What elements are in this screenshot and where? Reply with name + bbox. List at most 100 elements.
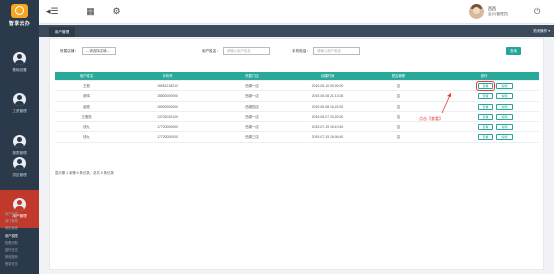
table-cell: 西湖一店 bbox=[245, 114, 259, 119]
submenu-item[interactable]: 用户权限 bbox=[0, 233, 39, 240]
click-view-annotation: 点击【查看】 bbox=[419, 116, 443, 121]
table-cell: 西湖一店 bbox=[245, 125, 259, 130]
close-ops-label: 关闭操作 bbox=[532, 29, 548, 33]
user-icon bbox=[13, 135, 26, 148]
submenu-item[interactable]: 用户列表 bbox=[0, 211, 39, 218]
table-cell: 2019-05-08 21:13:26 bbox=[311, 94, 344, 99]
submenu-item[interactable]: 角色管理 bbox=[0, 225, 39, 232]
view-button[interactable]: 查看 bbox=[478, 113, 493, 120]
view-button[interactable]: 查看 bbox=[478, 134, 493, 141]
top-bar: ◂☰ ▦ ⚙ 西西 会计(管理员) ⏻ bbox=[39, 0, 554, 24]
user-table: 用户姓名 手机号 所属门店 创建时间 是否离职 操作 王毅 15951218212… bbox=[55, 72, 539, 143]
row-actions: 查看 编辑 bbox=[429, 112, 539, 121]
power-icon[interactable]: ⏻ bbox=[534, 6, 540, 17]
submenu-item[interactable]: 部门管理 bbox=[0, 218, 39, 225]
table-cell: 西湖四店 bbox=[245, 104, 259, 109]
sidebar: 智享云办 基础设置 工资管理 报表管理 供应管理 用户管理 用户列表 部门管理 … bbox=[0, 0, 39, 274]
submenu-item[interactable]: 修改密码 bbox=[0, 254, 39, 261]
main-card: 所属店铺： ---请选择店铺--- 用户姓名： 请输入用户姓名 手机电话： 请输… bbox=[49, 38, 544, 270]
name-filter-label: 用户姓名： bbox=[202, 49, 220, 53]
table-cell: 否 bbox=[396, 135, 401, 140]
table-cell: 15951218212 bbox=[157, 84, 178, 88]
table-cell: 王毅 bbox=[83, 84, 90, 88]
table-cell: 西湖一店 bbox=[245, 94, 259, 99]
edit-button[interactable]: 编辑 bbox=[496, 103, 513, 110]
submenu: 用户列表 部门管理 角色管理 用户权限 权限分配 操作日志 修改密码 登录日志 bbox=[0, 211, 39, 269]
row-actions: 查看 编辑 bbox=[429, 91, 539, 100]
table-cell: 2019-05-07 20:20:00 bbox=[311, 114, 344, 119]
view-button[interactable]: 查看 bbox=[478, 93, 493, 100]
edit-button[interactable]: 编辑 bbox=[496, 113, 513, 120]
column-header: 操作 bbox=[480, 74, 488, 78]
logo-mark bbox=[11, 4, 28, 18]
close-ops-dropdown[interactable]: 关闭操作 ▾ bbox=[533, 25, 550, 37]
collapse-menu-icon[interactable]: ◂☰ bbox=[46, 6, 59, 17]
sidebar-item-salary[interactable]: 工资管理 bbox=[0, 85, 39, 123]
row-actions: 查看 编辑 bbox=[429, 81, 539, 91]
table-row: 张鸣 15800000000 西湖一店 2019-05-08 21:13:26 否 查看编… bbox=[55, 91, 539, 102]
table-cell: 否 bbox=[396, 84, 401, 88]
edit-button[interactable]: 编辑 bbox=[496, 134, 513, 141]
table-header-row: 用户姓名 手机号 所属门店 创建时间 是否离职 操作 bbox=[55, 72, 539, 81]
table-cell: 2019-07-19 16:06:40 bbox=[311, 135, 344, 140]
row-actions: 查看 编辑 bbox=[429, 102, 539, 111]
phone-input[interactable]: 请输入用户电话 bbox=[313, 47, 360, 55]
table-cell: 2019-05-10 00:00:00 bbox=[311, 84, 344, 88]
tab-user-management[interactable]: 用户管理 bbox=[49, 27, 75, 37]
submenu-item[interactable]: 权限分配 bbox=[0, 240, 39, 247]
view-button[interactable]: 查看 bbox=[476, 81, 495, 91]
view-button[interactable]: 查看 bbox=[478, 103, 493, 110]
gear-icon[interactable]: ⚙ bbox=[111, 6, 122, 17]
store-select[interactable]: ---请选择店铺--- bbox=[82, 47, 116, 55]
table-cell: 王德勤 bbox=[81, 114, 92, 119]
view-button[interactable]: 查看 bbox=[478, 124, 493, 131]
submenu-item[interactable]: 操作日志 bbox=[0, 247, 39, 254]
table-cell: 张鸣 bbox=[83, 94, 90, 99]
pagination-info: 显示第 1 到第 6 条记录，总共 6 条记录 bbox=[55, 171, 114, 175]
column-header: 是否离职 bbox=[391, 74, 406, 78]
table-cell: 西湖一店 bbox=[245, 84, 259, 88]
sidebar-item-supply[interactable]: 供应管理 bbox=[0, 149, 39, 187]
table-row: 王毅 15951218212 西湖一店 2019-05-10 00:00:00 否 查看编… bbox=[55, 81, 539, 92]
name-input[interactable]: 请输入用户姓名 bbox=[223, 47, 270, 55]
sidebar-item-label: 工资管理 bbox=[12, 109, 27, 113]
table-row: 王德勤 13702020120 西湖一店 2019-05-07 20:20:00 否查看… bbox=[55, 112, 539, 123]
phone-filter-label: 手机电话： bbox=[292, 49, 310, 53]
table-cell: 钱九 bbox=[83, 135, 90, 140]
avatar[interactable] bbox=[469, 4, 484, 19]
tab-bar: 用户管理 关闭操作 ▾ bbox=[39, 25, 554, 37]
column-header: 手机号 bbox=[162, 74, 173, 78]
table-cell: 15800000000 bbox=[157, 94, 178, 99]
row-actions: 查看 编辑 bbox=[429, 122, 539, 131]
edit-button[interactable]: 编辑 bbox=[496, 124, 513, 131]
user-icon bbox=[13, 198, 26, 211]
column-header: 用户姓名 bbox=[79, 74, 94, 78]
edit-button[interactable]: 编辑 bbox=[496, 83, 513, 89]
table-cell: 否 bbox=[396, 94, 401, 99]
column-header: 创建时间 bbox=[320, 74, 335, 78]
store-select-value: ---请选择店铺--- bbox=[86, 49, 110, 53]
sidebar-item-label: 基础设置 bbox=[12, 68, 27, 72]
table-row: 赵刚 15900000000 西湖四店 2019-05-08 16:22:32 否 查看编… bbox=[55, 102, 539, 112]
table-cell: 2019-05-08 16:22:32 bbox=[311, 104, 344, 109]
sidebar-item-label: 供应管理 bbox=[12, 173, 27, 177]
table-cell: 17720000000 bbox=[157, 135, 178, 140]
edit-button[interactable]: 编辑 bbox=[496, 93, 513, 100]
submenu-item[interactable]: 登录日志 bbox=[0, 261, 39, 268]
app-logo[interactable]: 智享云办 bbox=[0, 0, 39, 27]
user-icon bbox=[13, 52, 26, 65]
table-cell: 否 bbox=[396, 125, 401, 130]
sidebar-item-basic-settings[interactable]: 基础设置 bbox=[0, 44, 39, 82]
user-icon bbox=[13, 157, 26, 170]
store-filter-label: 所属店铺： bbox=[60, 49, 78, 53]
grid-icon[interactable]: ▦ bbox=[85, 6, 96, 17]
logo-text: 智享云办 bbox=[8, 21, 31, 27]
table-cell: 13702020120 bbox=[157, 114, 178, 119]
row-actions: 查看 编辑 bbox=[429, 132, 539, 141]
table-cell: 17720000000 bbox=[157, 125, 178, 130]
table-cell: 赵刚 bbox=[83, 104, 90, 109]
search-button[interactable]: 查询 bbox=[506, 47, 521, 55]
column-header: 所属门店 bbox=[245, 74, 259, 78]
user-role: 会计(管理员) bbox=[488, 12, 509, 16]
table-cell: 2019-07-19 16:10:40 bbox=[311, 125, 344, 130]
